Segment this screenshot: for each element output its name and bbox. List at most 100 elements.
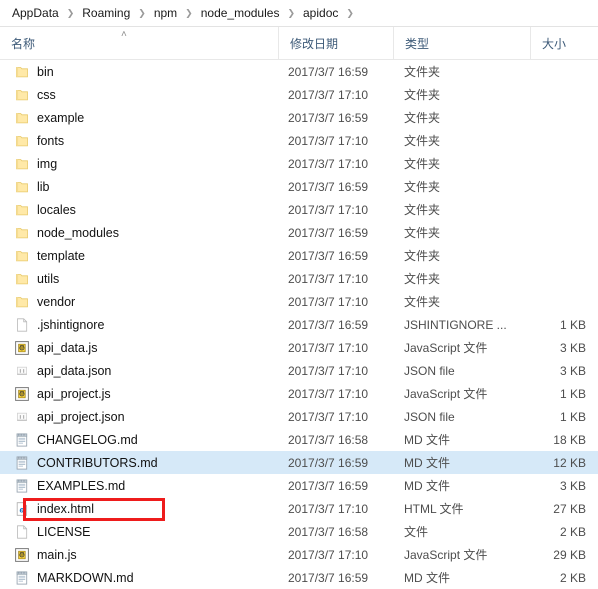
breadcrumb-separator-icon[interactable]: ❯ [287,8,295,18]
file-date-cell: 2017/3/7 16:59 [288,110,369,125]
file-name-cell[interactable]: EXAMPLES.md [0,474,278,497]
file-row[interactable]: api_data.json 2017/3/7 17:10 JSON file 3 KB [0,359,598,382]
file-name-label: EXAMPLES.md [37,478,126,493]
file-date-cell: 2017/3/7 16:59 [288,64,369,79]
breadcrumb-item-apidoc[interactable]: apidoc [301,5,340,21]
json-file-icon [14,363,30,379]
file-name-cell[interactable]: node_modules [0,221,278,244]
file-row[interactable]: vendor 2017/3/7 17:10 文件夹 [0,290,598,313]
file-name-cell[interactable]: main.js [0,543,278,566]
file-name-cell[interactable]: .jshintignore [0,313,278,336]
breadcrumb-item-roaming[interactable]: Roaming [80,5,132,21]
breadcrumb-item-appdata[interactable]: AppData [10,5,61,21]
file-size-cell: 2 KB [559,524,586,539]
folder-icon [14,133,30,149]
file-name-cell[interactable]: CONTRIBUTORS.md [0,451,278,474]
file-name-cell[interactable]: LICENSE [0,520,278,543]
file-list[interactable]: bin 2017/3/7 16:59 文件夹 css 2017/3/7 17:10 文件夹… [0,60,598,589]
file-size-cell [530,83,592,106]
file-date-cell: 2017/3/7 17:10 [288,547,369,562]
column-header-type[interactable]: 类型 [393,26,530,60]
file-row[interactable]: LICENSE 2017/3/7 16:58 文件 2 KB [0,520,598,543]
file-name-cell[interactable]: e index.html [0,497,278,520]
blank-file-icon [14,524,30,540]
file-row[interactable]: CONTRIBUTORS.md 2017/3/7 16:59 MD 文件 12 KB [0,451,598,474]
column-header-name[interactable]: 名称 ˄ [0,27,278,60]
file-name-label: api_data.js [37,340,98,355]
file-type-cell: 文件夹 [404,272,441,286]
file-row[interactable]: CHANGELOG.md 2017/3/7 16:58 MD 文件 18 KB [0,428,598,451]
svg-text:e: e [20,505,25,514]
file-date-cell: 2017/3/7 16:59 [288,179,369,194]
breadcrumb-item-node-modules[interactable]: node_modules [199,5,282,21]
file-name-label: node_modules [37,225,120,240]
file-row[interactable]: fonts 2017/3/7 17:10 文件夹 [0,129,598,152]
file-row[interactable]: css 2017/3/7 17:10 文件夹 [0,83,598,106]
file-name-cell[interactable]: bin [0,60,278,83]
file-row[interactable]: MARKDOWN.md 2017/3/7 16:59 MD 文件 2 KB [0,566,598,589]
breadcrumb-separator-icon[interactable]: ❯ [346,8,354,18]
file-name-cell[interactable]: MARKDOWN.md [0,566,278,589]
file-row[interactable]: bin 2017/3/7 16:59 文件夹 [0,60,598,83]
folder-icon [14,202,30,218]
file-row[interactable]: .jshintignore 2017/3/7 16:59 JSHINTIGNORE … [0,313,598,336]
file-date-cell: 2017/3/7 16:58 [288,432,369,447]
column-header-size[interactable]: 大小 [530,26,598,60]
file-name-cell[interactable]: css [0,83,278,106]
file-type-cell: JSHINTIGNORE ... [404,317,507,332]
file-name-cell[interactable]: example [0,106,278,129]
file-row[interactable]: example 2017/3/7 16:59 文件夹 [0,106,598,129]
breadcrumb-separator-icon[interactable]: ❯ [138,8,146,18]
file-date-cell: 2017/3/7 16:59 [288,317,369,332]
breadcrumb-bar[interactable]: AppData ❯ Roaming ❯ npm ❯ node_modules ❯ apidoc ❯ [0,0,598,27]
file-row[interactable]: api_project.json 2017/3/7 17:10 JSON file 1… [0,405,598,428]
file-date-cell: 2017/3/7 17:10 [288,409,369,424]
file-row[interactable]: main.js 2017/3/7 17:10 JavaScript 文件 29 KB [0,543,598,566]
file-size-cell: 3 KB [559,340,586,355]
file-name-label: example [37,110,85,125]
file-size-cell: 29 KB [553,547,586,562]
file-size-cell: 1 KB [559,386,586,401]
file-name-cell[interactable]: api_project.json [0,405,278,428]
file-row[interactable]: EXAMPLES.md 2017/3/7 16:59 MD 文件 3 KB [0,474,598,497]
file-name-cell[interactable]: api_project.js [0,382,278,405]
breadcrumb-item-npm[interactable]: npm [152,5,179,21]
file-row[interactable]: template 2017/3/7 16:59 文件夹 [0,244,598,267]
file-name-cell[interactable]: template [0,244,278,267]
file-name-cell[interactable]: api_data.js [0,336,278,359]
file-row[interactable]: node_modules 2017/3/7 16:59 文件夹 [0,221,598,244]
file-row[interactable]: locales 2017/3/7 17:10 文件夹 [0,198,598,221]
file-row[interactable]: lib 2017/3/7 16:59 文件夹 [0,175,598,198]
file-name-cell[interactable]: utils [0,267,278,290]
file-type-cell: JavaScript 文件 [404,548,488,562]
file-name-cell[interactable]: api_data.json [0,359,278,382]
file-name-cell[interactable]: lib [0,175,278,198]
breadcrumb-separator-icon[interactable]: ❯ [185,8,193,18]
file-name-cell[interactable]: locales [0,198,278,221]
file-size-cell: 1 KB [559,409,586,424]
file-row[interactable]: api_data.js 2017/3/7 17:10 JavaScript 文件 3 … [0,336,598,359]
file-row[interactable]: api_project.js 2017/3/7 17:10 JavaScript 文… [0,382,598,405]
js-file-icon [14,547,30,563]
file-date-cell: 2017/3/7 16:59 [288,478,369,493]
folder-icon [14,87,30,103]
folder-icon [14,271,30,287]
file-name-cell[interactable]: img [0,152,278,175]
file-date-cell: 2017/3/7 17:10 [288,202,369,217]
file-name-cell[interactable]: CHANGELOG.md [0,428,278,451]
file-name-cell[interactable]: fonts [0,129,278,152]
file-name-label: api_project.js [37,386,111,401]
file-size-cell [530,290,592,313]
html-file-icon: e [14,501,30,517]
file-row[interactable]: utils 2017/3/7 17:10 文件夹 [0,267,598,290]
column-header-date[interactable]: 修改日期 [278,26,393,60]
file-type-cell: MD 文件 [404,433,450,447]
file-name-cell[interactable]: vendor [0,290,278,313]
file-row[interactable]: e index.html 2017/3/7 17:10 HTML 文件 27 KB [0,497,598,520]
file-type-cell: 文件夹 [404,134,441,148]
file-date-cell: 2017/3/7 16:59 [288,570,369,585]
folder-icon [14,179,30,195]
file-row[interactable]: img 2017/3/7 17:10 文件夹 [0,152,598,175]
file-type-cell: JavaScript 文件 [404,387,488,401]
breadcrumb-separator-icon[interactable]: ❯ [67,8,75,18]
